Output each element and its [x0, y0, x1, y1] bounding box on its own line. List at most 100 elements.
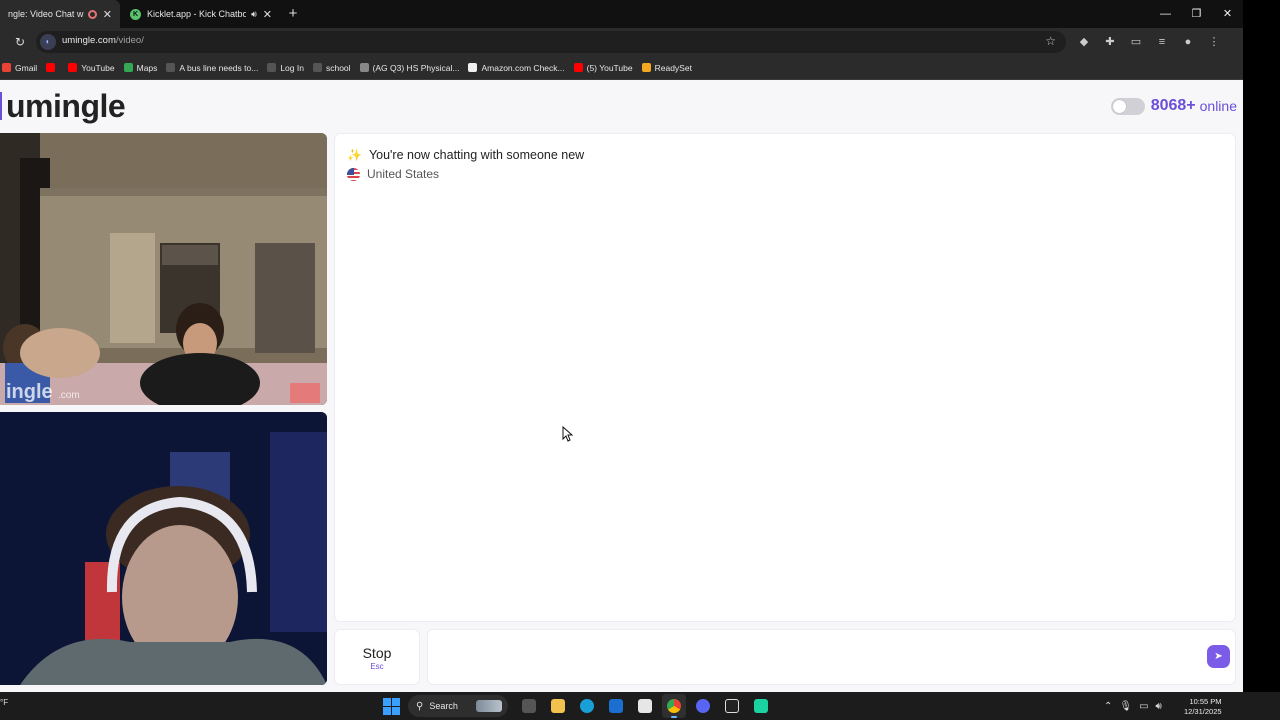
self-video [0, 412, 327, 685]
bookmark-item[interactable]: (5) YouTube [573, 62, 633, 73]
recording-icon [87, 9, 97, 19]
tray-overflow-icon[interactable]: ⌃ [1104, 701, 1112, 712]
bookmark-label: (AG Q3) HS Physical... [372, 62, 460, 73]
stop-button[interactable]: Stop Esc [334, 629, 420, 685]
split-view-icon[interactable]: ▭ [1128, 34, 1144, 50]
bookmark-item[interactable]: Log In [267, 63, 304, 73]
youtube-icon [68, 63, 78, 72]
window-controls: — ❐ ✕ [1150, 0, 1243, 28]
bookmark-item[interactable]: Amazon.com Check... [468, 62, 565, 73]
bookmark-label: Amazon.com Check... [481, 62, 565, 73]
chat-status-text: You're now chatting with someone new [368, 148, 585, 162]
bookmark-item[interactable]: A bus line needs to... [166, 63, 258, 73]
bookmark-item[interactable]: (AG Q3) HS Physical... [359, 62, 460, 73]
weather-widget[interactable]: °F [0, 698, 8, 707]
gmail-icon [2, 63, 11, 72]
tab-strip: ngle: Video Chat with S ✕ K Kicklet.app … [0, 0, 1243, 28]
capcut-icon[interactable] [720, 694, 744, 718]
bookmark-item[interactable]: Gmail [2, 63, 37, 73]
online-count: 8068+ [1150, 97, 1196, 114]
bookmark-label: (5) YouTube [586, 62, 633, 73]
message-input[interactable] [427, 629, 1236, 685]
maps-icon [123, 63, 133, 72]
browser-toolbar: ↻ ◐ umingle.com/video/ ☆ ◆ ✚ ▭ ≡ ● ⋮ [0, 28, 1243, 56]
close-tab-icon[interactable]: ✕ [103, 8, 112, 21]
close-window-icon[interactable]: ✕ [1212, 0, 1243, 28]
search-icon: ⚲ [416, 700, 424, 712]
url-path: /video/ [115, 35, 144, 46]
bookmark-item[interactable]: school [312, 63, 351, 73]
send-button[interactable]: ➤ [1207, 645, 1230, 668]
globe-icon [359, 63, 369, 72]
outlook-icon[interactable] [604, 694, 628, 718]
reload-icon[interactable]: ↻ [12, 34, 28, 50]
bookmark-label: A bus line needs to... [179, 62, 259, 73]
media-controls-icon[interactable]: ≡ [1154, 34, 1170, 50]
site-info-icon[interactable]: ◐ [40, 34, 56, 50]
windows-taskbar: °F ⚲ Search ⌃ 🎙︎ ▭ 🔊︎ 10:55 PM 12/31/202… [0, 692, 1280, 720]
url-text: umingle.com/video/ [62, 35, 144, 46]
svg-text:.com: .com [58, 390, 80, 401]
chat-status: ✨ You're now chatting with someone new [347, 148, 584, 162]
restore-icon[interactable]: ❐ [1181, 0, 1212, 28]
tab-kicklet[interactable]: K Kicklet.app - Kick Chatbot a 🔊︎ ✕ [122, 0, 280, 28]
stranger-video-scene: ingle .com [0, 133, 327, 405]
youtube-icon [46, 63, 56, 72]
logo-text: umingle [6, 87, 126, 124]
edge-icon[interactable] [575, 694, 599, 718]
kicklet-favicon-icon: K [130, 8, 141, 20]
chrome-icon[interactable] [661, 694, 686, 718]
tab-umingle[interactable]: ngle: Video Chat with S ✕ [0, 0, 120, 28]
windows-start-icon[interactable] [383, 697, 400, 715]
bookmark-item[interactable]: Maps [123, 62, 158, 73]
send-icon: ➤ [1214, 651, 1223, 662]
bookmarks-bar: Gmail YouTube Maps A bus line needs to... Lo… [0, 56, 1243, 80]
online-label: online [1199, 98, 1237, 114]
url-domain: umingle.com [62, 35, 116, 46]
sparkle-icon: ✨ [347, 148, 362, 162]
tab-title: ngle: Video Chat with S [8, 9, 84, 19]
taskbar-search-label: Search [429, 701, 458, 711]
bookmark-label: Maps [136, 62, 158, 73]
clock-date: 12/31/2025 [1184, 707, 1222, 716]
taskbar-search[interactable]: ⚲ Search [408, 695, 508, 717]
online-indicator: 8068+ online [1110, 97, 1237, 115]
clock-time: 10:55 PM [1189, 697, 1222, 706]
bookmark-label: Gmail [15, 62, 38, 73]
bookmark-item[interactable] [46, 63, 59, 72]
amazon-icon [468, 63, 478, 72]
discord-icon[interactable] [691, 694, 715, 718]
bookmark-item[interactable]: YouTube [68, 63, 115, 73]
profile-avatar-icon[interactable]: ● [1180, 34, 1196, 50]
new-tab-button[interactable]: + [285, 4, 301, 24]
android-app-icon[interactable] [749, 694, 773, 718]
task-view-icon[interactable] [517, 694, 541, 718]
bookmark-icon [166, 63, 176, 72]
theme-toggle[interactable] [1110, 97, 1145, 115]
address-bar[interactable]: ◐ umingle.com/video/ ☆ [36, 31, 1066, 53]
stranger-location: United States [347, 167, 439, 181]
site-logo[interactable]: umingle [0, 87, 126, 125]
stranger-video: ingle .com [0, 133, 327, 405]
screen: ngle: Video Chat with S ✕ K Kicklet.app … [0, 0, 1280, 720]
extension-badge-icon[interactable]: ◆ [1076, 34, 1092, 50]
taskbar-clock[interactable]: 10:55 PM 12/31/2025 [1184, 697, 1222, 717]
store-icon[interactable] [633, 694, 657, 718]
bookmark-item[interactable]: ReadySet [641, 62, 692, 73]
network-icon[interactable]: ▭ [1139, 701, 1148, 712]
tab-title: Kicklet.app - Kick Chatbot a [147, 9, 247, 19]
volume-icon[interactable]: 🔊︎ [1156, 701, 1162, 712]
microphone-icon[interactable]: 🎙︎ [1119, 701, 1132, 712]
bookmark-label: ReadySet [654, 62, 692, 73]
minimize-icon[interactable]: — [1150, 0, 1181, 28]
file-explorer-icon[interactable] [546, 694, 570, 718]
us-flag-icon [347, 167, 360, 181]
search-highlight-icon [476, 700, 502, 712]
menu-kebab-icon[interactable]: ⋮ [1206, 34, 1222, 50]
youtube-icon [573, 63, 583, 72]
bookmark-star-icon[interactable]: ☆ [1045, 34, 1056, 48]
browser-window: ngle: Video Chat with S ✕ K Kicklet.app … [0, 0, 1243, 692]
close-tab-icon[interactable]: ✕ [263, 8, 272, 21]
speaker-icon[interactable]: 🔊︎ [251, 9, 257, 20]
extensions-puzzle-icon[interactable]: ✚ [1102, 34, 1118, 50]
